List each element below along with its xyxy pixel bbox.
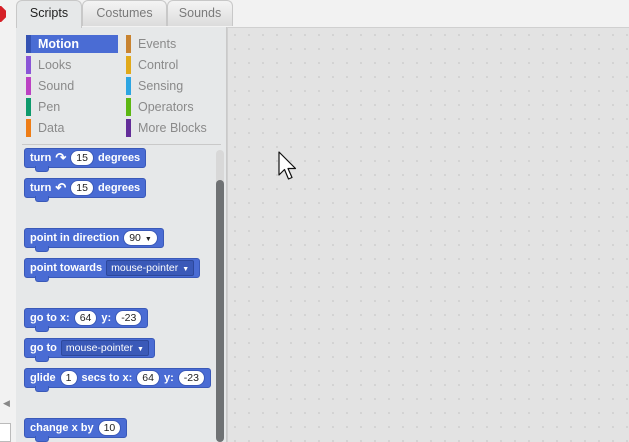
category-pen[interactable]: Pen (26, 98, 118, 116)
category-label: Control (138, 58, 179, 72)
category-label: Events (138, 37, 177, 51)
block-text: y: (101, 312, 112, 324)
block-text: secs to x: (81, 372, 133, 384)
block-point-towards[interactable]: point towards mouse-pointer ▼ (24, 258, 201, 282)
category-sensing[interactable]: Sensing (126, 77, 218, 95)
secs-input[interactable]: 1 (59, 370, 78, 386)
block-text: glide (30, 372, 56, 384)
dropdown-arrow-icon: ▼ (144, 236, 152, 243)
category-data[interactable]: Data (26, 119, 118, 137)
collapse-arrow-icon[interactable]: ◀ (3, 398, 13, 416)
block-turn-right[interactable]: turn ↷ 15 degrees (24, 148, 147, 172)
stage-edge (0, 423, 11, 442)
rotate-clockwise-icon: ↷ (55, 150, 67, 165)
category-looks[interactable]: Looks (26, 56, 118, 74)
category-label: Data (38, 121, 65, 135)
direction-input[interactable]: 90 ▼ (123, 230, 158, 246)
x-input[interactable]: 64 (73, 310, 98, 326)
block-turn-left[interactable]: turn ↶ 15 degrees (24, 178, 147, 202)
script-area[interactable] (227, 27, 629, 442)
block-text: point in direction (30, 232, 120, 244)
category-label: Motion (38, 37, 79, 51)
category-label: Sound (38, 79, 75, 93)
tab-bar: Scripts Costumes Sounds (16, 0, 629, 28)
block-text: degrees (97, 152, 141, 164)
category-control[interactable]: Control (126, 56, 218, 74)
palette-scrollbar-thumb[interactable] (216, 180, 224, 442)
block-text: go to (30, 342, 57, 354)
block-text: degrees (97, 182, 141, 194)
tab-costumes[interactable]: Costumes (82, 0, 167, 26)
dropdown-value: mouse-pointer (111, 262, 179, 274)
category-color-bar (126, 98, 131, 116)
target-dropdown[interactable]: mouse-pointer ▼ (60, 340, 149, 356)
category-operators[interactable]: Operators (126, 98, 218, 116)
category-color-bar (126, 56, 131, 74)
category-label: Pen (38, 100, 61, 114)
category-more-blocks[interactable]: More Blocks (126, 119, 218, 137)
tab-scripts[interactable]: Scripts (16, 0, 82, 28)
category-color-bar (26, 119, 31, 137)
category-color-bar (126, 35, 131, 53)
category-label: Looks (38, 58, 72, 72)
change-x-input[interactable]: 10 (97, 420, 122, 436)
block-go-to-xy[interactable]: go to x: 64 y: -23 (24, 308, 149, 332)
category-color-bar (26, 35, 31, 53)
category-label: Operators (138, 100, 194, 114)
block-change-x[interactable]: change x by 10 (24, 418, 128, 442)
category-motion[interactable]: Motion (26, 35, 118, 53)
block-go-to[interactable]: go to mouse-pointer ▼ (24, 338, 155, 362)
y-input[interactable]: -23 (177, 370, 205, 386)
block-text: point towards (30, 262, 103, 274)
category-color-bar (26, 56, 31, 74)
degrees-input[interactable]: 15 (70, 180, 94, 196)
dropdown-arrow-icon: ▼ (137, 346, 144, 353)
category-color-bar (126, 77, 131, 95)
category-color-bar (126, 119, 131, 137)
block-text: go to x: (30, 312, 70, 324)
direction-value: 90 (129, 232, 141, 244)
block-text: y: (163, 372, 174, 384)
dropdown-value: mouse-pointer (65, 342, 134, 354)
category-events[interactable]: Events (126, 35, 218, 53)
degrees-input[interactable]: 15 (70, 150, 94, 166)
category-label: More Blocks (138, 121, 207, 135)
block-glide[interactable]: glide 1 secs to x: 64 y: -23 (24, 368, 211, 392)
left-edge-strip (0, 0, 16, 442)
tab-sounds[interactable]: Sounds (167, 0, 233, 26)
block-text: turn (30, 152, 52, 164)
target-dropdown[interactable]: mouse-pointer ▼ (106, 260, 195, 276)
palette-divider (22, 144, 221, 145)
block-text: turn (30, 182, 52, 194)
mouse-cursor-icon (278, 151, 297, 180)
category-label: Sensing (138, 79, 184, 93)
rotate-counterclockwise-icon: ↶ (55, 180, 67, 195)
category-color-bar (26, 77, 31, 95)
category-color-bar (26, 98, 31, 116)
y-input[interactable]: -23 (115, 310, 143, 326)
block-point-in-direction[interactable]: point in direction 90 ▼ (24, 228, 164, 252)
dropdown-arrow-icon: ▼ (182, 266, 190, 273)
x-input[interactable]: 64 (136, 370, 160, 386)
block-text: change x by (30, 422, 94, 434)
category-sound[interactable]: Sound (26, 77, 118, 95)
